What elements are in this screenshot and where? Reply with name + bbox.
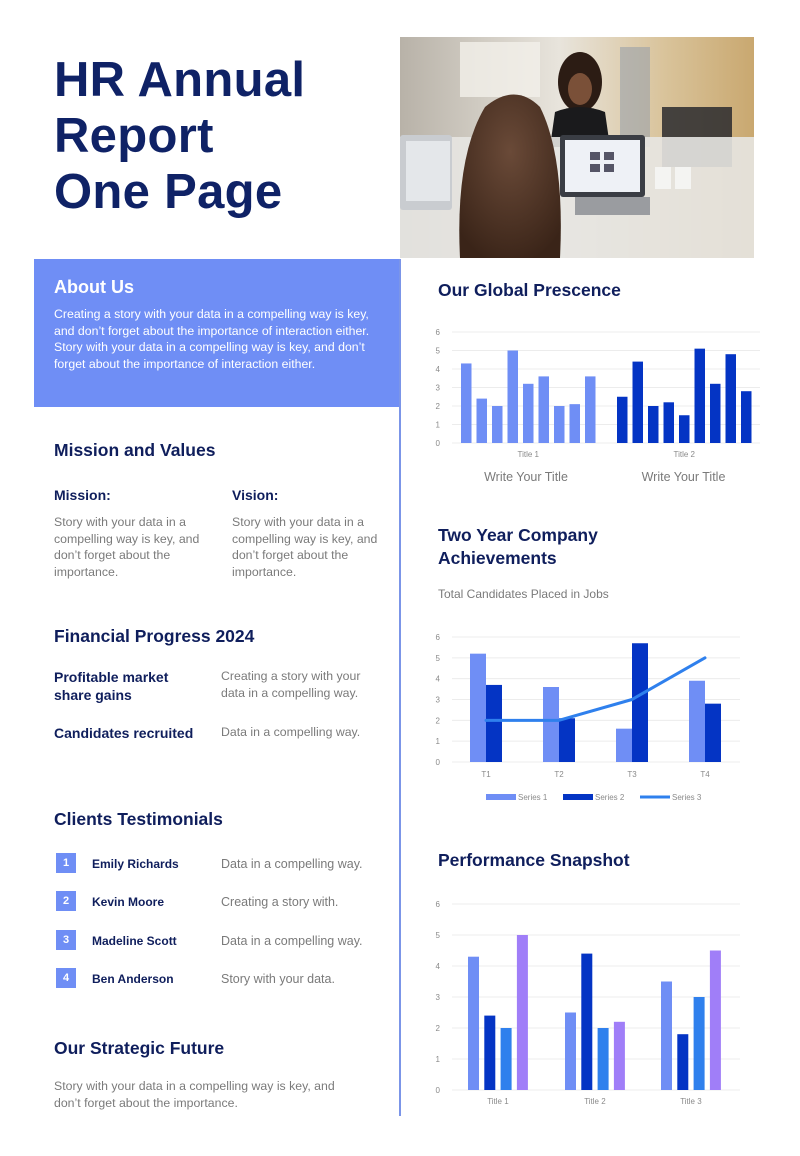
y-tick-label: 6 — [436, 328, 441, 337]
bar — [516, 935, 528, 1090]
bar — [617, 396, 628, 443]
bar — [468, 956, 479, 1090]
bar — [507, 350, 518, 443]
bar — [632, 361, 643, 443]
bar — [613, 1021, 625, 1090]
bar — [554, 406, 565, 443]
y-tick-label: 4 — [436, 962, 441, 971]
y-tick-label: 4 — [436, 365, 441, 374]
y-tick-label: 3 — [436, 696, 441, 705]
x-tick-label: Title 2 — [584, 1097, 606, 1106]
global-presence-chart: 0 1 2 3 4 5 6 Title 1 Title 2 0 1 2 3 4 5 6 T1 T2 T3 T4 Seri… — [436, 328, 760, 1106]
y-tick-label: 0 — [436, 758, 441, 767]
bar — [523, 383, 534, 443]
bar — [741, 391, 752, 443]
legend-label: Series 2 — [595, 793, 625, 802]
x-tick-label: T4 — [700, 770, 710, 779]
legend-label: Series 3 — [672, 793, 702, 802]
legend-label: Series 1 — [518, 793, 548, 802]
bar — [470, 653, 486, 762]
x-tick-label: Title 2 — [674, 450, 696, 459]
y-tick-label: 5 — [436, 347, 441, 356]
bar — [581, 953, 593, 1090]
y-tick-label: 6 — [436, 900, 441, 909]
y-tick-label: 6 — [436, 633, 441, 642]
legend-swatch — [486, 794, 516, 800]
y-tick-label: 1 — [436, 737, 441, 746]
bar — [709, 950, 721, 1090]
x-tick-label: Title 3 — [680, 1097, 702, 1106]
y-tick-label: 3 — [436, 993, 441, 1002]
y-tick-label: 1 — [436, 1055, 441, 1064]
x-tick-label: Title 1 — [487, 1097, 509, 1106]
bar — [679, 415, 690, 443]
bar — [585, 376, 596, 443]
series-line — [484, 656, 707, 722]
bar — [486, 684, 502, 762]
bar — [461, 363, 472, 443]
x-tick-label: Title 1 — [518, 450, 540, 459]
y-tick-label: 5 — [436, 654, 441, 663]
y-tick-label: 2 — [436, 1024, 441, 1033]
bar — [663, 402, 674, 443]
y-tick-label: 0 — [436, 439, 441, 448]
bar — [569, 404, 580, 443]
bar — [648, 406, 659, 443]
bar — [565, 1012, 576, 1090]
bar — [492, 406, 503, 443]
x-tick-label: T2 — [554, 770, 564, 779]
bar — [597, 1028, 609, 1090]
bar — [484, 1015, 496, 1090]
y-tick-label: 0 — [436, 1086, 441, 1095]
y-tick-label: 3 — [436, 384, 441, 393]
bar — [725, 354, 736, 443]
y-tick-label: 2 — [436, 716, 441, 725]
y-tick-label: 1 — [436, 421, 441, 430]
bar — [476, 398, 487, 443]
y-tick-label: 4 — [436, 675, 441, 684]
y-tick-label: 5 — [436, 931, 441, 940]
bar — [661, 981, 672, 1090]
bar — [689, 680, 705, 762]
bar — [543, 687, 559, 762]
x-tick-label: T1 — [481, 770, 491, 779]
chart-caption: Write Your Title — [484, 470, 568, 484]
bar — [632, 643, 648, 762]
bar — [500, 1028, 512, 1090]
bar — [694, 348, 705, 443]
bar — [538, 376, 549, 443]
bar — [710, 383, 721, 443]
bar — [559, 718, 575, 762]
chart-caption: Write Your Title — [641, 470, 726, 484]
bar — [693, 997, 705, 1090]
bar — [616, 728, 632, 762]
bar — [677, 1034, 689, 1090]
x-tick-label: T3 — [627, 770, 637, 779]
legend-swatch — [563, 794, 593, 800]
y-tick-label: 2 — [436, 402, 441, 411]
bar — [705, 703, 721, 762]
